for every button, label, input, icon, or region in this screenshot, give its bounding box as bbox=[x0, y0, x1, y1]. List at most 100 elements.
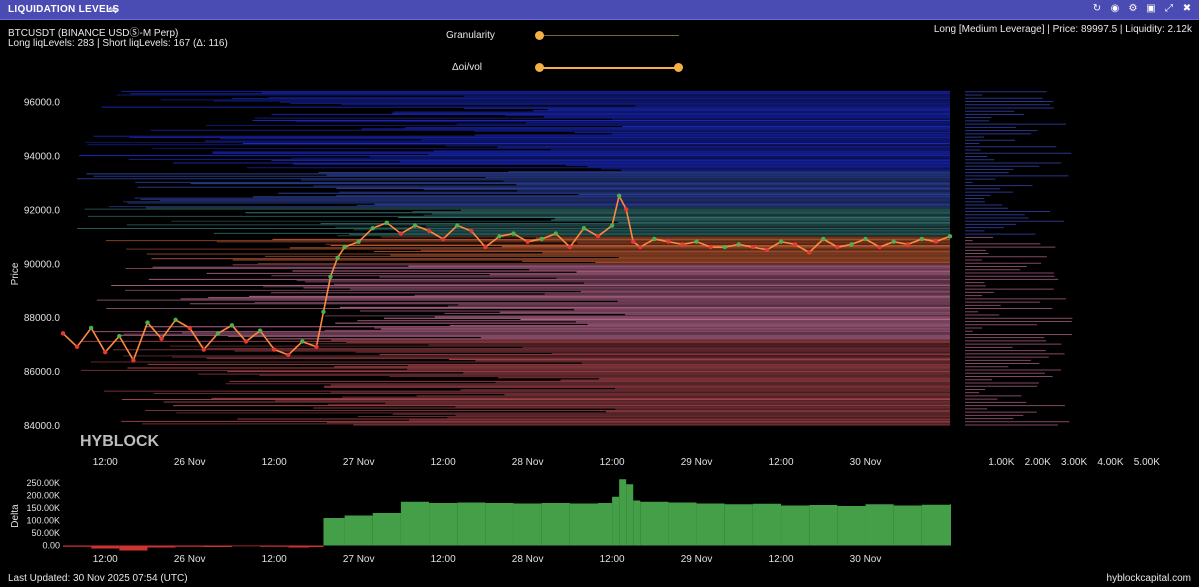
price-point bbox=[257, 328, 263, 333]
delta-bar bbox=[541, 503, 570, 546]
price-point bbox=[863, 236, 868, 242]
price-axis-tick: 94000.0 bbox=[24, 151, 61, 162]
delta-axis-tick: 150.00K bbox=[26, 503, 60, 513]
delta-time-tick: 30 Nov bbox=[850, 554, 882, 565]
price-point bbox=[103, 350, 108, 355]
price-axis-tick: 84000.0 bbox=[24, 421, 61, 432]
delta-time-tick: 28 Nov bbox=[512, 554, 544, 565]
delta-bar bbox=[288, 545, 310, 548]
price-axis-label: Price bbox=[10, 262, 21, 285]
price-point bbox=[553, 231, 558, 236]
price-point bbox=[74, 344, 80, 350]
price-point bbox=[201, 347, 206, 352]
delta-time-tick: 29 Nov bbox=[681, 554, 713, 565]
time-axis-tick: 28 Nov bbox=[512, 457, 544, 468]
price-point bbox=[117, 333, 122, 339]
price-point bbox=[694, 239, 699, 244]
time-axis-tick: 12:00 bbox=[769, 457, 794, 468]
time-axis-tick: 12:00 bbox=[93, 457, 118, 468]
delta-bar bbox=[119, 545, 148, 551]
price-point bbox=[835, 244, 840, 250]
price-point bbox=[708, 244, 713, 250]
price-point bbox=[314, 344, 319, 350]
delta-bar bbox=[921, 504, 950, 546]
time-axis-tick: 12:00 bbox=[262, 457, 287, 468]
delta-axis-tick: 200.00K bbox=[26, 491, 60, 501]
price-point bbox=[821, 236, 826, 242]
liquidation-bands bbox=[77, 90, 950, 426]
delta-bar bbox=[809, 505, 838, 546]
delta-bar bbox=[91, 545, 120, 549]
delta-axis-tick: 0.00 bbox=[42, 541, 60, 551]
delta-bar bbox=[950, 504, 951, 546]
delta-bar bbox=[63, 545, 92, 547]
price-point bbox=[947, 234, 953, 239]
price-point bbox=[849, 242, 854, 247]
price-point bbox=[919, 236, 925, 242]
price-point bbox=[623, 207, 629, 212]
liquidation-chart[interactable]: 1.00K 2.00K 3.00K 4.00K 5.00K 96000.0 94000.0… bbox=[0, 0, 1199, 587]
delta-bar bbox=[724, 504, 753, 546]
delta-time-tick: 12:00 bbox=[262, 554, 287, 565]
price-point bbox=[567, 244, 573, 250]
price-point bbox=[335, 255, 340, 261]
time-axis-tick: 30 Nov bbox=[850, 457, 882, 468]
price-point bbox=[88, 325, 94, 331]
price-point bbox=[736, 242, 742, 247]
price-point bbox=[638, 244, 643, 250]
price-point bbox=[595, 234, 601, 239]
price-point bbox=[778, 239, 784, 244]
delta-bar bbox=[626, 484, 634, 546]
delta-bar bbox=[619, 479, 627, 546]
price-point bbox=[877, 244, 882, 250]
delta-axis-label: Delta bbox=[10, 504, 21, 528]
delta-time-tick: 12:00 bbox=[431, 554, 456, 565]
delta-bar bbox=[323, 518, 345, 546]
delta-axis-tick: 100.00K bbox=[26, 516, 60, 526]
price-point bbox=[356, 239, 361, 244]
price-point bbox=[215, 331, 221, 336]
liquidity-histogram: 1.00K 2.00K 3.00K 4.00K 5.00K bbox=[965, 91, 1160, 468]
price-point bbox=[666, 239, 671, 244]
price-axis-tick: 90000.0 bbox=[24, 259, 61, 270]
delta-bar bbox=[612, 496, 620, 546]
price-point bbox=[173, 317, 178, 323]
delta-bar bbox=[668, 502, 697, 546]
delta-time-tick: 27 Nov bbox=[343, 554, 375, 565]
delta-time-tick: 12:00 bbox=[93, 554, 118, 565]
delta-time-tick: 26 Nov bbox=[174, 554, 206, 565]
delta-bar bbox=[696, 503, 725, 546]
delta-bar bbox=[309, 545, 324, 547]
price-point bbox=[807, 250, 812, 255]
delta-bar bbox=[865, 504, 894, 546]
price-point bbox=[342, 244, 347, 250]
time-axis-tick: 12:00 bbox=[431, 457, 456, 468]
delta-bar bbox=[260, 545, 289, 547]
delta-bar bbox=[781, 505, 810, 546]
delta-time-tick: 12:00 bbox=[769, 554, 794, 565]
liquidity-axis-tick: 5.00K bbox=[1134, 457, 1160, 468]
delta-axis-tick: 250.00K bbox=[26, 478, 60, 488]
delta-bar bbox=[147, 545, 176, 548]
price-point bbox=[581, 226, 587, 231]
price-point bbox=[933, 239, 939, 244]
price-point bbox=[187, 325, 192, 331]
site-link[interactable]: hyblockcapital.com bbox=[1107, 573, 1191, 584]
delta-bar bbox=[203, 545, 232, 547]
time-axis: 12:00 26 Nov 12:00 27 Nov 12:00 28 Nov 12:00 29… bbox=[93, 457, 882, 468]
price-point bbox=[511, 231, 516, 236]
price-point bbox=[286, 352, 291, 358]
price-point bbox=[652, 236, 657, 242]
liquidity-axis-tick: 1.00K bbox=[988, 457, 1014, 468]
price-point bbox=[539, 236, 544, 242]
price-point bbox=[609, 223, 615, 228]
price-point bbox=[384, 220, 390, 226]
price-axis-tick: 92000.0 bbox=[24, 205, 61, 216]
delta-bar bbox=[640, 501, 669, 546]
price-point bbox=[525, 239, 530, 244]
delta-chart: 250.00K 200.00K 150.00K 100.00K 50.00K 0.00 12… bbox=[26, 478, 951, 565]
price-point bbox=[631, 239, 636, 244]
price-point bbox=[891, 239, 896, 244]
delta-bar bbox=[837, 506, 866, 546]
price-point bbox=[159, 336, 164, 341]
